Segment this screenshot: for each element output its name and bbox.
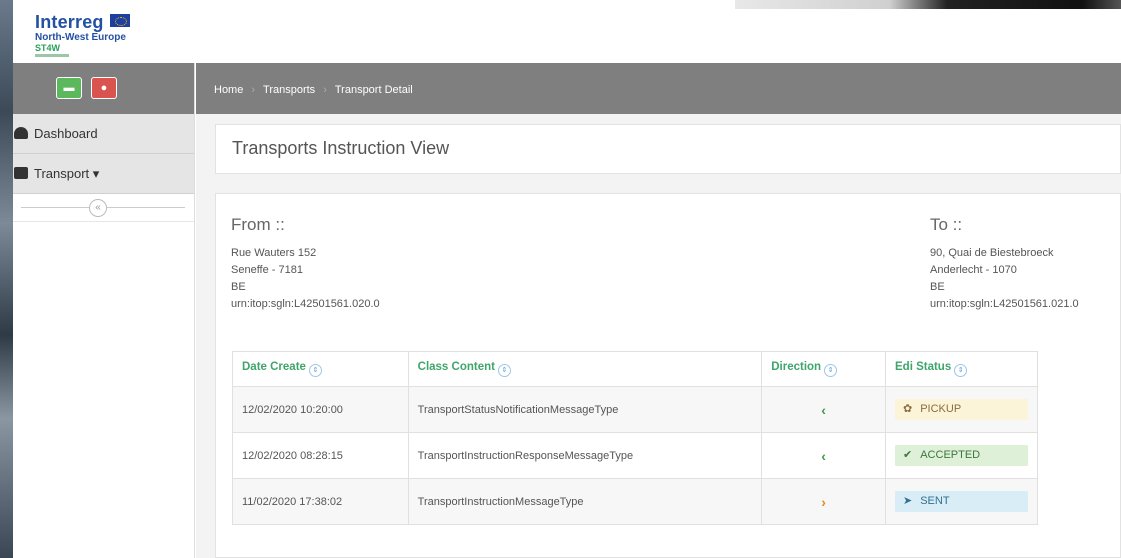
breadcrumb-home[interactable]: Home [214, 84, 243, 96]
column-header-content[interactable]: Class Content ⇕ [407, 351, 763, 387]
logo-project: ST4W [35, 43, 61, 53]
main-content: Transports Instruction View From :: Rue … [196, 114, 1121, 558]
content-cell: TransportInstructionResponseMessageType [407, 432, 763, 479]
sidebar-item-label: Transport ▾ [34, 166, 100, 181]
logo-underline [35, 54, 69, 57]
from-urn: urn:itop:sgln:L42501561.020.0 [231, 298, 380, 310]
check-icon: ✔ [903, 449, 913, 461]
sidebar-item-label: Dashboard [34, 126, 98, 141]
breadcrumb-current: Transport Detail [334, 84, 413, 96]
column-header-direction[interactable]: Direction ⇕ [761, 351, 886, 387]
status-label: PICKUP [920, 403, 962, 415]
title-panel: Transports Instruction View [215, 124, 1121, 174]
outgoing-arrow-icon: › [761, 478, 886, 525]
sidebar-item-transport[interactable]: Transport ▾ [13, 154, 194, 194]
incoming-arrow-icon: ‹ [761, 386, 886, 433]
column-header-label: Class Content [417, 361, 495, 373]
to-urn: urn:itop:sgln:L42501561.021.0 [930, 298, 1079, 310]
date-cell: 12/02/2020 08:28:15 [232, 432, 409, 479]
sort-icon[interactable]: ⇕ [824, 364, 838, 377]
sort-icon[interactable]: ⇕ [954, 364, 968, 377]
send-icon: ➤ [903, 495, 913, 507]
page-title: Transports Instruction View [232, 138, 450, 158]
background-strip [0, 0, 13, 558]
eu-flag-icon [109, 14, 130, 27]
sidebar-collapse-row: « [13, 194, 194, 222]
status-cell: ✿ PICKUP [885, 386, 1038, 433]
status-cell: ➤ SENT [885, 478, 1038, 525]
detail-panel: From :: Rue Wauters 152 Seneffe - 7181 B… [215, 193, 1121, 558]
messages-table: Date Create ⇕ Class Content ⇕ Direction ⇕ E… [232, 351, 1038, 525]
logo-title: Interreg [35, 12, 104, 32]
to-street: 90, Quai de Biestebroeck [930, 247, 1054, 259]
table-row[interactable]: 12/02/2020 08:28:15 TransportInstruction… [232, 432, 1038, 479]
column-header-label: Date Create [242, 361, 306, 373]
table-header-row: Date Create ⇕ Class Content ⇕ Direction ⇕ E… [232, 351, 1038, 387]
to-address: To :: 90, Quai de Biestebroeck Anderlech… [930, 215, 1079, 313]
column-header-date[interactable]: Date Create ⇕ [232, 351, 409, 387]
status-badge: ✔ ACCEPTED [895, 445, 1028, 466]
to-city: Anderlecht - 1070 [930, 264, 1017, 276]
sort-icon[interactable]: ⇕ [497, 364, 511, 377]
app-header: Interreg North-West Europe ST4W [13, 9, 1121, 63]
from-heading: From :: [231, 215, 285, 234]
dashboard-icon [14, 127, 28, 139]
column-header-status[interactable]: Edi Status ⇕ [885, 351, 1038, 387]
status-badge: ➤ SENT [895, 491, 1028, 512]
from-address: From :: Rue Wauters 152 Seneffe - 7181 B… [231, 215, 380, 313]
background-corner [735, 0, 1121, 9]
from-city: Seneffe - 7181 [231, 264, 303, 276]
status-label: ACCEPTED [920, 449, 981, 461]
breadcrumb: Home › Transports › Transport Detail [196, 63, 1121, 114]
content-cell: TransportStatusNotificationMessageType [407, 386, 763, 433]
incoming-arrow-icon: ‹ [761, 432, 886, 479]
date-cell: 11/02/2020 17:38:02 [232, 478, 409, 525]
sidebar: ▬ ● Dashboard Transport ▾ « [13, 63, 195, 558]
gear-icon: ✿ [903, 403, 913, 415]
content-cell: TransportInstructionMessageType [407, 478, 763, 525]
logo-region: North-West Europe [35, 32, 126, 43]
from-country: BE [231, 281, 246, 293]
from-street: Rue Wauters 152 [231, 247, 317, 259]
interreg-logo[interactable]: Interreg North-West Europe ST4W [35, 13, 130, 57]
sidebar-shortcuts: ▬ ● [13, 63, 194, 114]
breadcrumb-separator-icon: › [251, 84, 256, 96]
to-heading: To :: [930, 215, 963, 234]
truck-shortcut-button[interactable]: ▬ [56, 77, 82, 99]
column-header-label: Direction [771, 361, 822, 373]
breadcrumb-transports[interactable]: Transports [263, 84, 315, 96]
to-country: BE [930, 281, 945, 293]
user-shortcut-button[interactable]: ● [91, 77, 117, 99]
status-badge: ✿ PICKUP [895, 399, 1028, 420]
date-cell: 12/02/2020 10:20:00 [232, 386, 409, 433]
truck-icon [14, 167, 28, 179]
status-cell: ✔ ACCEPTED [885, 432, 1038, 479]
table-row[interactable]: 11/02/2020 17:38:02 TransportInstruction… [232, 478, 1038, 525]
breadcrumb-separator-icon: › [323, 84, 327, 96]
collapse-sidebar-button[interactable]: « [89, 199, 107, 217]
status-label: SENT [920, 495, 950, 507]
sort-icon[interactable]: ⇕ [308, 364, 322, 377]
sidebar-item-dashboard[interactable]: Dashboard [13, 114, 194, 154]
table-row[interactable]: 12/02/2020 10:20:00 TransportStatusNotif… [232, 386, 1038, 433]
column-header-label: Edi Status [895, 361, 952, 373]
